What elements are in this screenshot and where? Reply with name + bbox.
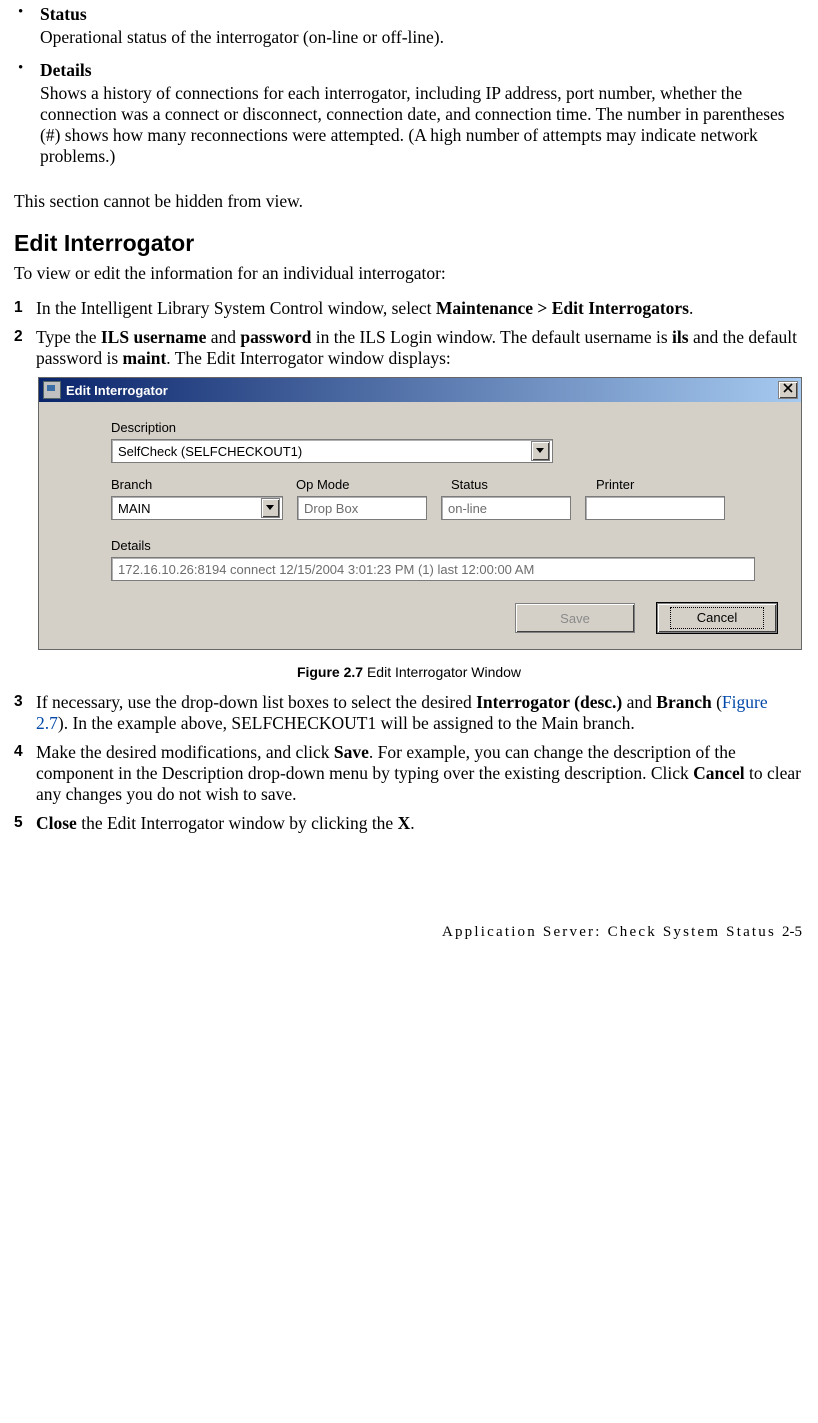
branch-combo[interactable]: MAIN	[111, 496, 283, 520]
bullet-status-body: Operational status of the interrogator (…	[40, 27, 804, 48]
status-value: on-line	[448, 501, 487, 516]
bullet-details: • Details Shows a history of connections…	[14, 60, 804, 177]
branch-value: MAIN	[118, 501, 259, 516]
dropdown-icon[interactable]	[261, 498, 280, 518]
window-titlebar[interactable]: Edit Interrogator	[39, 378, 801, 402]
description-combo[interactable]: SelfCheck (SELFCHECKOUT1)	[111, 439, 553, 463]
label-printer: Printer	[596, 477, 634, 492]
opmode-field: Drop Box	[297, 496, 427, 520]
step1-post: .	[689, 298, 693, 318]
step1-bold: Maintenance > Edit Interrogators	[436, 298, 689, 318]
section-heading: Edit Interrogator	[14, 230, 804, 257]
step-4: 4 Make the desired modifications, and cl…	[14, 742, 804, 805]
form-area: Description SelfCheck (SELFCHECKOUT1) Br…	[39, 402, 801, 649]
dropdown-icon[interactable]	[531, 441, 550, 461]
opmode-value: Drop Box	[304, 501, 358, 516]
footer-pagenum: 2-5	[782, 924, 802, 940]
edit-interrogator-window: Edit Interrogator Description SelfCheck …	[38, 377, 802, 650]
close-button[interactable]	[778, 381, 798, 399]
figure-caption: Figure 2.7 Edit Interrogator Window	[14, 664, 804, 680]
step-number: 5	[14, 813, 36, 834]
step-5: 5 Close the Edit Interrogator window by …	[14, 813, 804, 834]
figure-text: Edit Interrogator Window	[363, 664, 521, 680]
footer-text: Application Server: Check System Status	[442, 924, 782, 940]
figure-label: Figure 2.7	[297, 664, 363, 680]
app-icon	[43, 381, 61, 399]
description-value: SelfCheck (SELFCHECKOUT1)	[118, 444, 529, 459]
label-branch: Branch	[111, 477, 296, 492]
step1-text-pre: In the Intelligent Library System Contro…	[36, 298, 436, 318]
bullet-status: • Status Operational status of the inter…	[14, 4, 804, 58]
step-number: 3	[14, 692, 36, 734]
details-value: 172.16.10.26:8194 connect 12/15/2004 3:0…	[118, 562, 534, 577]
label-status: Status	[451, 477, 596, 492]
label-description: Description	[111, 420, 779, 435]
bullet-details-body: Shows a history of connections for each …	[40, 83, 804, 167]
bullet-status-head: Status	[40, 4, 804, 25]
step-1: 1 In the Intelligent Library System Cont…	[14, 298, 804, 319]
cancel-button[interactable]: Cancel	[657, 603, 777, 633]
details-field: 172.16.10.26:8194 connect 12/15/2004 3:0…	[111, 557, 755, 581]
label-opmode: Op Mode	[296, 477, 451, 492]
section-intro: To view or edit the information for an i…	[14, 263, 804, 284]
hidden-note: This section cannot be hidden from view.	[14, 191, 804, 212]
status-field: on-line	[441, 496, 571, 520]
step-number: 1	[14, 298, 36, 319]
step-3: 3 If necessary, use the drop-down list b…	[14, 692, 804, 734]
step-number: 4	[14, 742, 36, 805]
close-icon	[783, 383, 793, 393]
page-footer: Application Server: Check System Status …	[14, 924, 804, 941]
window-title: Edit Interrogator	[66, 383, 168, 398]
save-button[interactable]: Save	[515, 603, 635, 633]
step-number: 2	[14, 327, 36, 369]
bullet-mark: •	[14, 60, 40, 177]
label-details: Details	[111, 538, 779, 553]
step-2: 2 Type the ILS username and password in …	[14, 327, 804, 369]
bullet-details-head: Details	[40, 60, 804, 81]
bullet-mark: •	[14, 4, 40, 58]
printer-field[interactable]	[585, 496, 725, 520]
